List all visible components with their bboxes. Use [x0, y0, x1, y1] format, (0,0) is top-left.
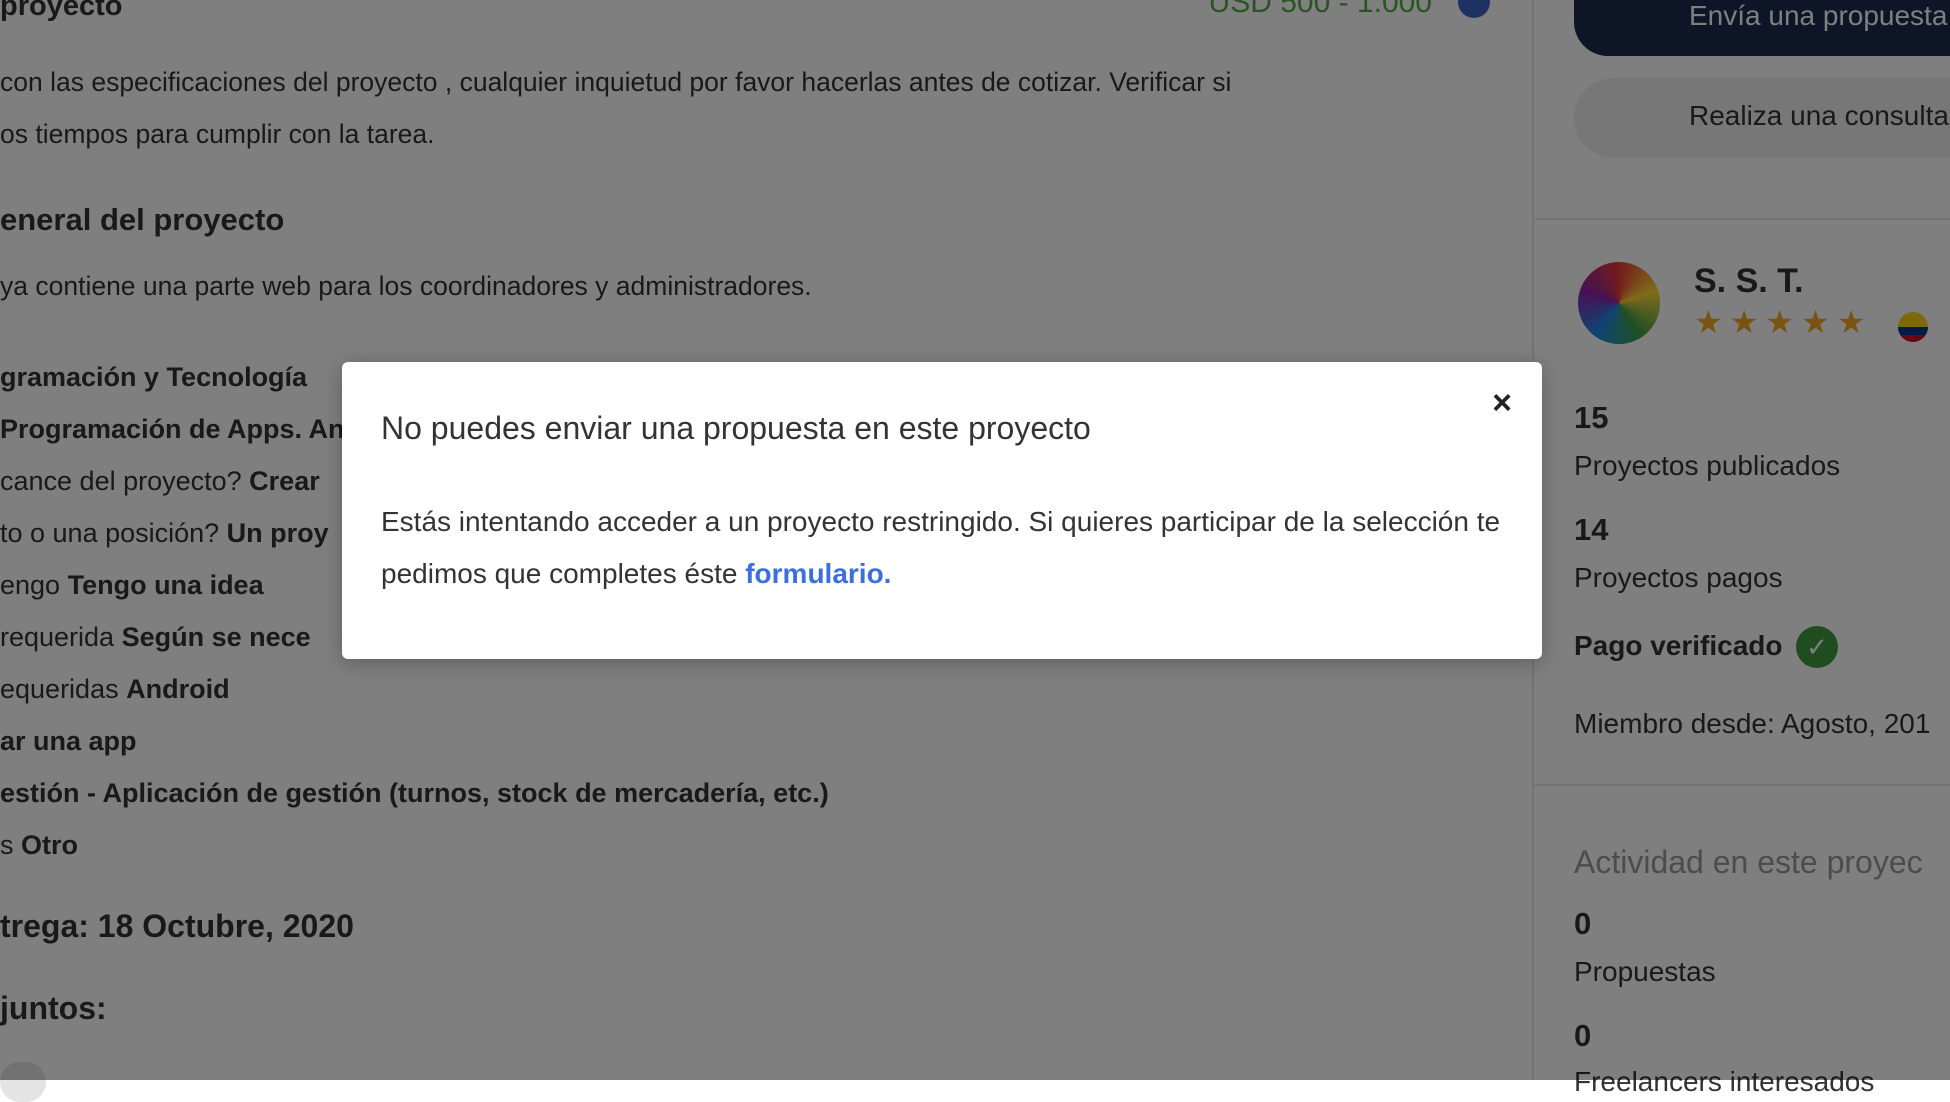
- close-icon[interactable]: ×: [1492, 386, 1512, 420]
- restricted-project-dialog: No puedes enviar una propuesta en este p…: [342, 362, 1542, 659]
- dialog-title: No puedes enviar una propuesta en este p…: [381, 410, 1091, 446]
- dialog-message: Estás intentando acceder a un proyecto r…: [381, 506, 1501, 589]
- dialog-body: Estás intentando acceder a un proyecto r…: [381, 496, 1501, 600]
- project-page: proyecto USD 500 - 1.000 con las especif…: [0, 0, 1950, 1102]
- form-link[interactable]: formulario.: [745, 558, 891, 589]
